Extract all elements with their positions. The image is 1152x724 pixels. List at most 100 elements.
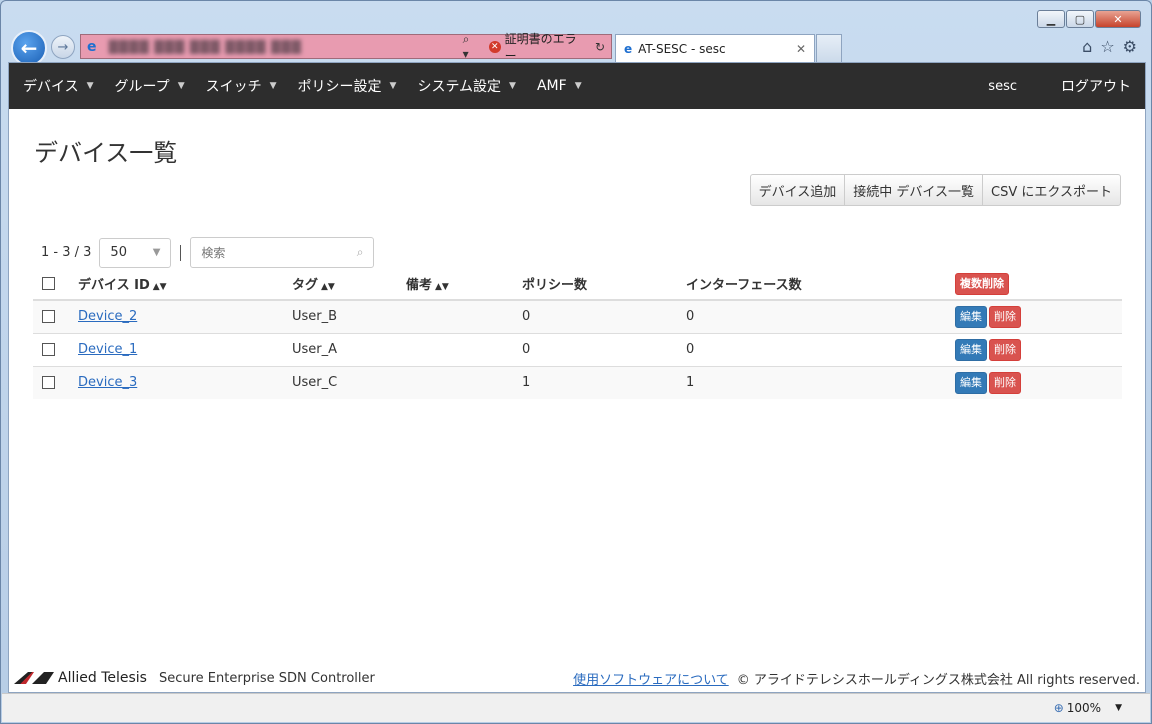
arrow-left-icon: ←: [20, 36, 38, 60]
nav-item-policy[interactable]: ポリシー設定 ▼: [298, 76, 397, 96]
chevron-down-icon: ▼: [389, 81, 397, 91]
policy-count-cell: 1: [513, 365, 677, 399]
browser-tab-active[interactable]: e AT-SESC - sesc ✕: [615, 34, 815, 62]
device-id-cell: Device_1: [69, 332, 283, 366]
csv-export-button[interactable]: CSV にエクスポート: [982, 174, 1121, 206]
row-actions-cell: 編集 削除: [946, 332, 1122, 366]
row-checkbox[interactable]: [42, 376, 55, 390]
chevron-down-icon: ▼: [269, 81, 277, 91]
brand-name: Allied Telesis: [58, 670, 147, 686]
note-cell: [397, 332, 513, 366]
ie-icon: e: [624, 41, 633, 56]
nav-label: デバイス: [23, 79, 79, 95]
top-navbar: デバイス ▼ グループ ▼ スイッチ ▼ ポリシー設定 ▼ システム設定 ▼ AMF ▼ s…: [9, 63, 1145, 109]
edit-button[interactable]: 編集: [955, 305, 987, 328]
interface-count-cell: 0: [677, 332, 946, 366]
chevron-down-icon: ▼: [509, 81, 516, 91]
delete-button[interactable]: 削除: [989, 305, 1021, 328]
search-icon[interactable]: ⌕: [357, 245, 364, 260]
row-actions-cell: 編集 削除: [946, 365, 1122, 399]
new-tab-button[interactable]: [816, 34, 842, 62]
logout-link[interactable]: ログアウト: [1061, 76, 1131, 96]
forward-button[interactable]: →: [51, 35, 75, 59]
nav-item-switches[interactable]: スイッチ ▼: [206, 76, 277, 96]
delete-button[interactable]: 削除: [989, 338, 1021, 361]
device-link[interactable]: Device_3: [78, 375, 137, 390]
ie-icon: e: [87, 38, 97, 55]
delete-button[interactable]: 削除: [989, 371, 1021, 394]
add-device-button[interactable]: デバイス追加: [749, 174, 846, 206]
nav-item-devices[interactable]: デバイス ▼: [23, 76, 94, 96]
dropdown-arrow-icon: ▼: [152, 247, 161, 258]
sort-icon: ▲▼: [435, 282, 449, 292]
bulk-delete-button[interactable]: 複数削除: [955, 272, 1009, 295]
favorites-star-icon[interactable]: ☆: [1100, 37, 1114, 56]
arrow-right-icon: →: [57, 39, 69, 55]
window-controls: ▁ ▢ ✕: [1037, 10, 1141, 28]
chevron-down-icon: ▼: [177, 81, 185, 91]
software-info-link[interactable]: 使用ソフトウェアについて: [573, 669, 729, 688]
row-checkbox[interactable]: [42, 343, 55, 356]
status-bar: ⊕ 100% ▼: [2, 693, 1150, 722]
nav-item-groups[interactable]: グループ ▼: [115, 76, 185, 96]
tab-title: AT-SESC - sesc: [638, 41, 726, 56]
logo-mark-icon: [14, 672, 54, 684]
header-policy-count: ポリシー数: [513, 268, 677, 301]
edit-button[interactable]: 編集: [955, 338, 987, 361]
address-bar[interactable]: e ████ ███ ███ ████ ███ ⌕ ▾ ✕ 証明書のエラー ↻: [80, 32, 612, 63]
page-title: デバイス一覧: [34, 139, 178, 167]
zoom-dropdown-icon[interactable]: ▼: [1115, 703, 1122, 713]
record-count: 1 - 3 / 3: [41, 245, 92, 260]
close-window-button[interactable]: ✕: [1095, 10, 1141, 28]
row-checkbox[interactable]: [42, 310, 55, 324]
row-actions-cell: 編集 削除: [946, 299, 1122, 333]
device-link[interactable]: Device_2: [78, 309, 137, 324]
nav-label: システム設定: [417, 79, 502, 95]
nav-label: AMF: [536, 78, 567, 94]
search-icon[interactable]: ⌕ ▾: [463, 32, 479, 61]
home-icon[interactable]: ⌂: [1082, 37, 1092, 56]
search-input[interactable]: [201, 245, 342, 260]
nav-username[interactable]: sesc: [988, 79, 1017, 94]
copyright-text: © アライドテレシスホールディングス株式会社 All rights reserv…: [736, 672, 1140, 688]
certificate-error-label: 証明書のエラー: [504, 31, 577, 63]
tag-cell: User_B: [283, 299, 397, 333]
device-link[interactable]: Device_1: [78, 342, 137, 357]
zoom-level[interactable]: 100%: [1067, 701, 1101, 715]
back-button[interactable]: ←: [11, 30, 47, 66]
maximize-button[interactable]: ▢: [1066, 10, 1094, 28]
header-label: タグ: [292, 278, 319, 293]
header-label: 備考: [406, 278, 433, 293]
header-device-id[interactable]: デバイス ID ▲▼: [69, 268, 283, 301]
minimize-button[interactable]: ▁: [1037, 10, 1065, 28]
header-label: デバイス ID: [78, 278, 150, 293]
sort-icon: ▲▼: [152, 282, 167, 292]
page-size-select[interactable]: 50 ▼: [99, 237, 172, 268]
tag-cell: User_C: [283, 365, 397, 399]
refresh-icon[interactable]: ↻: [595, 40, 605, 54]
zoom-icon: ⊕: [1053, 701, 1064, 715]
url-text-blurred: ████ ███ ███ ████ ███: [108, 39, 302, 54]
device-id-cell: Device_3: [69, 365, 283, 399]
row-select-cell: [33, 332, 69, 366]
product-name: Secure Enterprise SDN Controller: [158, 670, 375, 686]
certificate-error[interactable]: ✕ 証明書のエラー: [488, 30, 587, 64]
tag-cell: User_A: [283, 332, 397, 366]
table-header-row: デバイス ID ▲▼ タグ ▲▼ 備考 ▲▼ ポリシー数 インターフェース数 複数削除: [33, 268, 1122, 301]
nav-label: スイッチ: [205, 79, 262, 95]
gear-icon[interactable]: ⚙: [1123, 37, 1137, 56]
row-select-cell: [33, 299, 69, 333]
nav-item-amf[interactable]: AMF ▼: [537, 78, 582, 94]
chevron-down-icon: ▼: [574, 81, 582, 91]
close-tab-icon[interactable]: ✕: [796, 42, 806, 56]
edit-button[interactable]: 編集: [955, 371, 987, 394]
header-tag[interactable]: タグ ▲▼: [283, 268, 397, 301]
nav-item-system[interactable]: システム設定 ▼: [417, 76, 516, 96]
connected-devices-button[interactable]: 接続中 デバイス一覧: [844, 174, 984, 206]
page-footer: Allied Telesis Secure Enterprise SDN Con…: [9, 664, 1145, 692]
header-note[interactable]: 備考 ▲▼: [397, 268, 513, 301]
select-all-checkbox[interactable]: [42, 277, 55, 290]
search-box[interactable]: ⌕: [190, 237, 375, 268]
header-interface-count: インターフェース数: [677, 268, 946, 301]
browser-window: ▁ ▢ ✕ ← → e ████ ███ ███ ████ ███ ⌕ ▾ ✕ …: [0, 0, 1152, 724]
